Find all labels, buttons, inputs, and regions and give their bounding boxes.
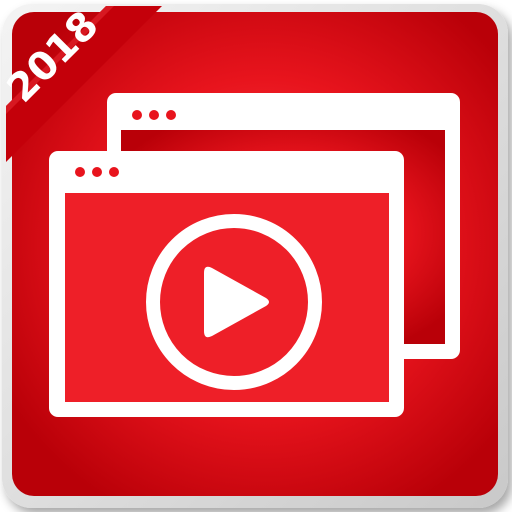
app-icon: 2018 (2, 4, 508, 508)
